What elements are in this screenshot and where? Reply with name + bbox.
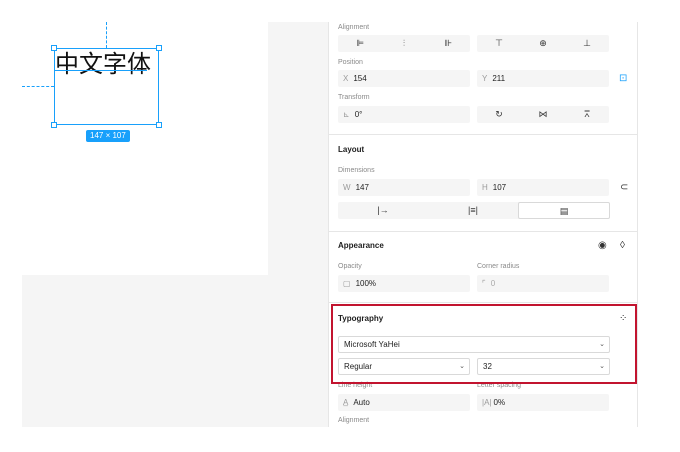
flip-vertical-icon[interactable]: ⩞: [565, 106, 609, 123]
auto-width-icon[interactable]: |≡|: [428, 202, 518, 219]
resize-handle-bottom-right[interactable]: [156, 122, 162, 128]
rotation-icon: ⊾: [343, 110, 350, 119]
align-right-icon[interactable]: ⊪: [426, 35, 470, 52]
canvas-background-bottom: [22, 275, 328, 427]
transform-buttons: ↻ ⋈ ⩞: [477, 106, 609, 123]
opacity-value: 100%: [355, 279, 377, 288]
fixed-width-icon[interactable]: |→: [338, 202, 428, 219]
resize-handle-bottom-left[interactable]: [51, 122, 57, 128]
drop-icon[interactable]: ◊: [620, 240, 625, 252]
x-prefix: X: [343, 74, 349, 83]
y-value: 211: [492, 74, 506, 83]
letter-spacing-field[interactable]: |A| 0%: [477, 394, 609, 411]
line-height-field[interactable]: A̲ Auto: [338, 394, 470, 411]
rotate-icon[interactable]: ↻: [477, 106, 521, 123]
vertical-guide: [106, 22, 107, 48]
typography-highlight: [331, 304, 637, 384]
eye-icon[interactable]: ◉: [598, 240, 607, 252]
flip-horizontal-icon[interactable]: ⋈: [521, 106, 565, 123]
x-value: 154: [353, 74, 367, 83]
alignment-label: Alignment: [338, 24, 370, 31]
rotation-value: 0°: [354, 110, 363, 119]
position-label: Position: [338, 59, 363, 66]
alignment-bottom-label: Alignment: [338, 417, 370, 424]
divider: [329, 134, 638, 135]
resize-handle-top-left[interactable]: [51, 45, 57, 51]
horizontal-alignment-group: ⊫ ⫶ ⊪: [338, 35, 470, 52]
y-prefix: Y: [482, 74, 488, 83]
selection-box[interactable]: [54, 48, 159, 125]
corner-radius-label: Corner radius: [477, 263, 520, 270]
width-field[interactable]: W 147: [338, 179, 470, 196]
align-center-h-icon[interactable]: ⫶: [382, 35, 426, 52]
letter-spacing-icon: |A|: [482, 398, 492, 407]
constrain-proportions-icon[interactable]: ⊂: [620, 182, 628, 194]
resize-mode-group: |→ |≡| ▤: [338, 202, 610, 219]
align-left-icon[interactable]: ⊫: [338, 35, 382, 52]
divider: [329, 302, 638, 303]
opacity-label: Opacity: [338, 263, 362, 270]
height-field[interactable]: H 107: [477, 179, 609, 196]
line-height-icon: A̲: [343, 398, 349, 407]
layout-title: Layout: [338, 145, 365, 154]
w-value: 147: [355, 183, 369, 192]
resize-handle-top-right[interactable]: [156, 45, 162, 51]
corner-radius-field[interactable]: ⌜ 0: [477, 275, 609, 292]
w-prefix: W: [343, 183, 351, 192]
transform-label: Transform: [338, 94, 370, 101]
align-center-v-icon[interactable]: ⊕: [521, 35, 565, 52]
letter-spacing-value: 0%: [493, 398, 506, 407]
rotation-field[interactable]: ⊾ 0°: [338, 106, 470, 123]
app-root: 中文字体 147 × 107 Alignment ⊫ ⫶ ⊪ ⊤ ⊕ ⊥ Pos…: [0, 0, 680, 452]
constraints-icon[interactable]: ⊡: [619, 73, 627, 85]
canvas-background-right: [268, 22, 328, 275]
h-value: 107: [492, 183, 507, 192]
line-height-value: Auto: [353, 398, 370, 407]
size-badge: 147 × 107: [86, 130, 130, 142]
dimensions-label: Dimensions: [338, 167, 375, 174]
position-x-field[interactable]: X 154: [338, 70, 470, 87]
opacity-icon: ▢: [343, 279, 351, 288]
auto-height-icon[interactable]: ▤: [518, 202, 610, 219]
corner-radius-value: 0: [490, 279, 496, 288]
position-y-field[interactable]: Y 211: [477, 70, 609, 87]
align-top-icon[interactable]: ⊤: [477, 35, 521, 52]
corner-radius-icon: ⌜: [482, 279, 486, 288]
divider: [329, 231, 638, 232]
vertical-alignment-group: ⊤ ⊕ ⊥: [477, 35, 609, 52]
align-bottom-icon[interactable]: ⊥: [565, 35, 609, 52]
appearance-title: Appearance: [338, 241, 384, 250]
opacity-field[interactable]: ▢ 100%: [338, 275, 470, 292]
h-prefix: H: [482, 183, 488, 192]
horizontal-guide: [22, 86, 54, 87]
